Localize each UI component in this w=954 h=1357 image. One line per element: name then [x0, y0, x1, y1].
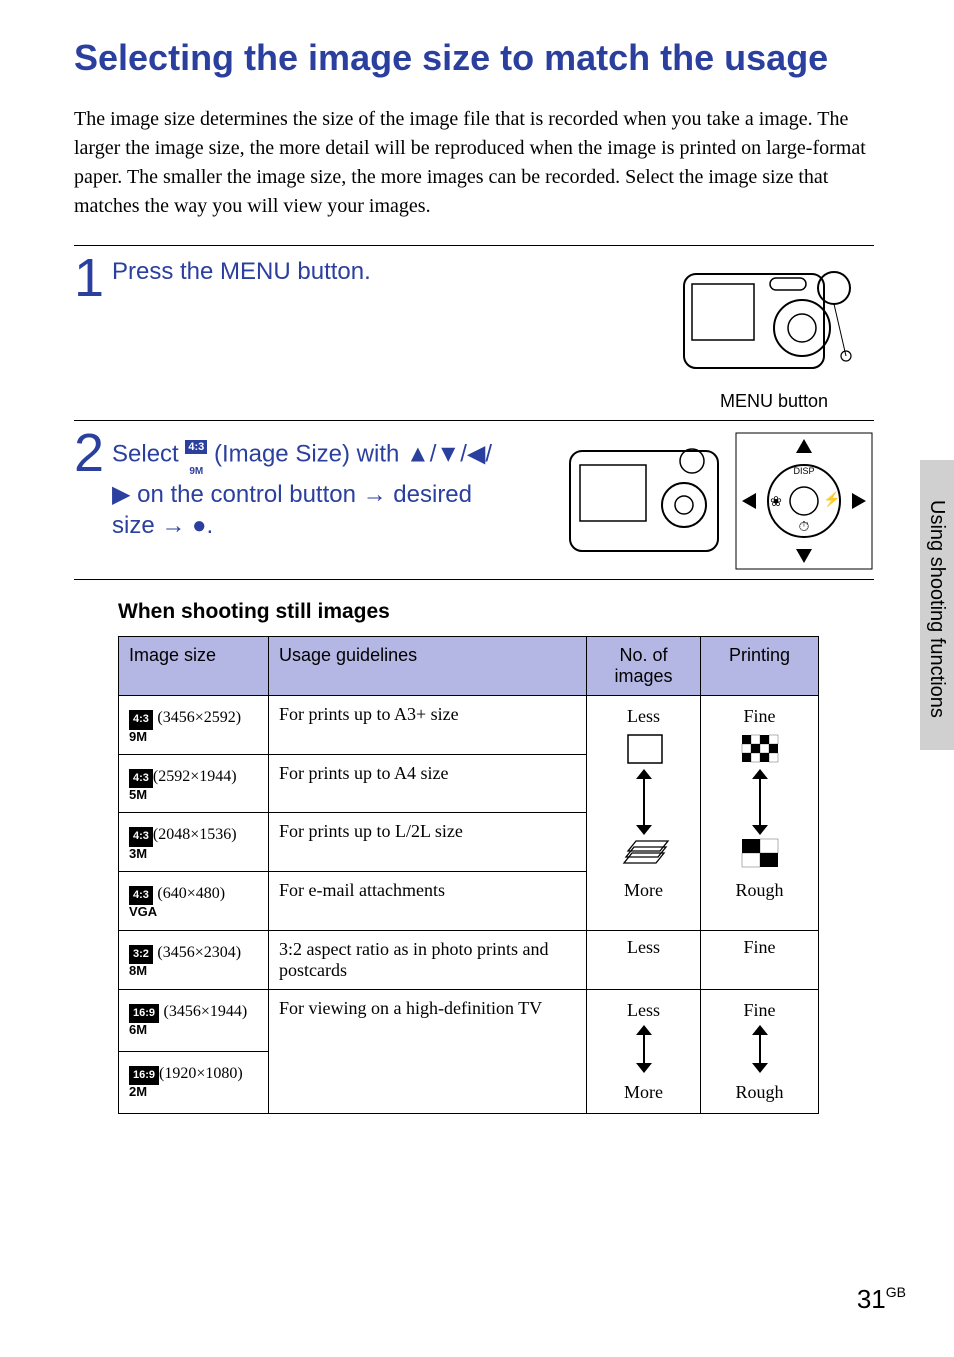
step-2: 2 Select 4:3 9M (Image Size) with ▲/▼/◀/…	[74, 420, 874, 579]
num-images-scale-3: Less More	[587, 989, 701, 1113]
num-images-scale-2: Less	[587, 930, 701, 989]
printing-scale-2: Fine	[701, 930, 819, 989]
stack-arrow-icon	[616, 731, 672, 871]
page-title: Selecting the image size to match the us…	[74, 36, 874, 79]
checker-arrow-icon	[732, 731, 788, 871]
camera-back-icon	[564, 437, 724, 565]
col-header-num-images: No. of images	[587, 637, 701, 696]
intro-text: The image size determines the size of th…	[74, 105, 874, 221]
page-number: 31GB	[857, 1284, 906, 1315]
printing-scale-3: Fine Rough	[701, 989, 819, 1113]
dpad-icon: DISP ⚡ ❀ ⏱	[734, 431, 874, 571]
svg-text:DISP: DISP	[793, 466, 814, 476]
double-arrow-icon	[629, 1025, 659, 1073]
svg-text:⏱: ⏱	[799, 520, 810, 535]
step-1: 1 Press the MENU button. MENU button	[74, 245, 874, 420]
svg-text:⚡: ⚡	[823, 491, 840, 508]
side-tab-label: Using shooting functions	[925, 500, 948, 718]
table-row: 3:2 (3456×2304)8M 3:2 aspect ratio as in…	[119, 930, 819, 989]
camera-icon	[674, 256, 874, 382]
step-2-text: Select 4:3 9M (Image Size) with ▲/▼/◀/▶ …	[112, 431, 502, 541]
col-header-usage: Usage guidelines	[269, 637, 587, 696]
step-2-number: 2	[74, 431, 112, 477]
printing-scale: Fine Rough	[701, 696, 819, 930]
step-1-text: Press the MENU button.	[112, 256, 502, 412]
camera-illustration: MENU button	[674, 256, 874, 412]
table-row: 4:3 (3456×2592)9M For prints up to A3+ s…	[119, 696, 819, 755]
image-size-table: Image size Usage guidelines No. of image…	[118, 636, 819, 1113]
table-row: 16:9 (3456×1944)6M For viewing on a high…	[119, 989, 819, 1051]
step-1-number: 1	[74, 256, 112, 412]
svg-text:❀: ❀	[770, 495, 782, 510]
col-header-image-size: Image size	[119, 637, 269, 696]
double-arrow-icon	[745, 1025, 775, 1073]
image-size-icon: 4:3 9M	[185, 431, 207, 479]
num-images-scale: Less More	[587, 696, 701, 930]
still-images-heading: When shooting still images	[118, 600, 874, 624]
menu-button-caption: MENU button	[674, 391, 874, 412]
col-header-printing: Printing	[701, 637, 819, 696]
